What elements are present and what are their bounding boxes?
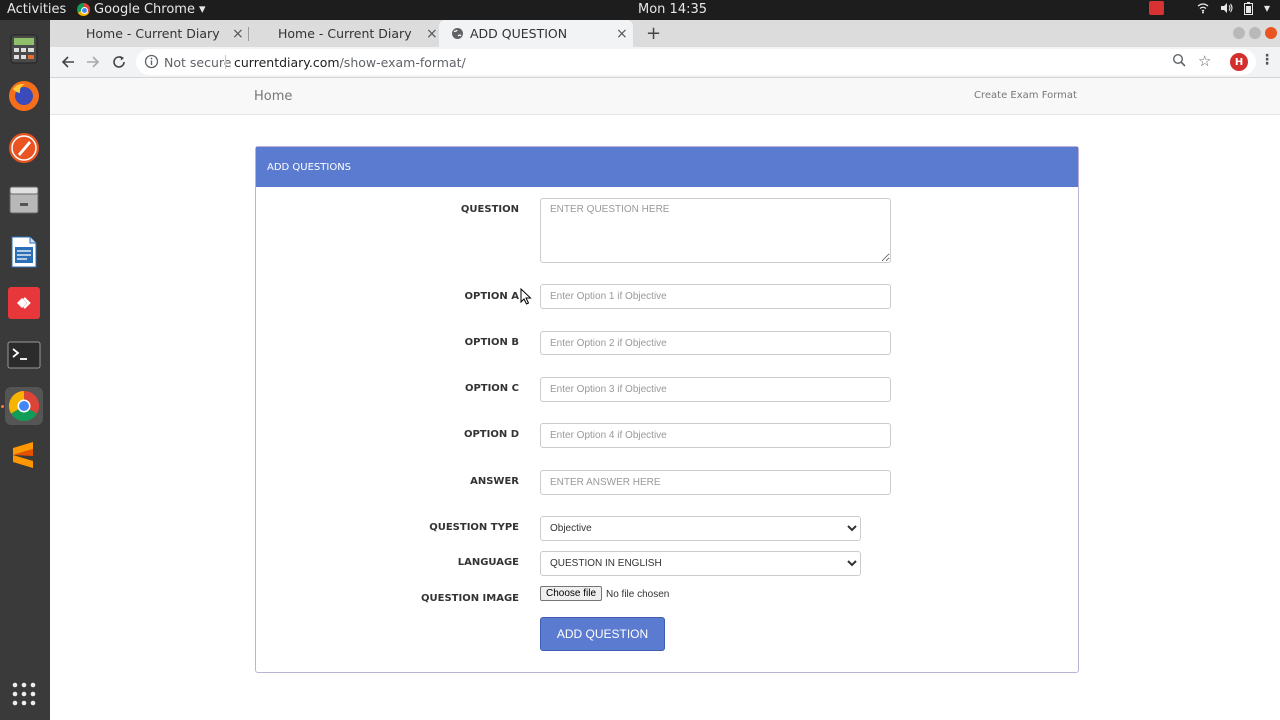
add-questions-panel: ADD QUESTIONS QUESTION OPTION A OPTION B… [255,146,1079,673]
tab-title: Home - Current Diary [86,26,220,41]
maximize-button[interactable] [1249,27,1261,39]
tab-title: ADD QUESTION [470,26,568,41]
divider [225,55,226,69]
panel-heading: ADD QUESTIONS [256,147,1078,187]
calculator-icon[interactable] [5,30,43,68]
nav-create-exam-format-link[interactable]: Create Exam Format [974,90,1077,101]
mouse-cursor-icon [520,288,532,305]
browser-toolbar: Not secure currentdiary.com/show-exam-fo… [50,47,1280,78]
option-a-input[interactable] [540,284,891,309]
anydesk-icon[interactable] [5,284,43,322]
close-icon[interactable]: × [232,26,244,42]
power-menu-chevron-icon: ▾ [1263,1,1270,15]
tab-title: Home - Current Diary [278,26,412,41]
option-c-label: OPTION C [464,383,519,394]
option-b-label: OPTION B [464,337,519,348]
language-label: LANGUAGE [457,557,519,568]
activities-button[interactable]: Activities [7,2,66,17]
files-icon[interactable] [5,181,43,219]
volume-icon [1220,3,1233,13]
new-tab-button[interactable]: + [646,23,661,44]
question-type-select[interactable]: Objective [540,516,861,541]
answer-label: ANSWER [470,476,519,487]
file-status: No file chosen [606,589,670,600]
app-indicator-icon[interactable] [1148,1,1164,15]
back-button[interactable] [58,52,78,72]
security-status[interactable]: Not secure [164,55,231,70]
address-bar[interactable]: Not secure currentdiary.com/show-exam-fo… [136,49,1256,75]
wifi-icon [1197,3,1209,14]
option-d-input[interactable] [540,423,891,448]
writer-icon[interactable] [5,233,43,271]
chevron-down-icon: ▾ [198,2,206,17]
app-menu-label: Google Chrome [94,2,195,17]
option-b-input[interactable] [540,331,891,355]
running-indicator [1,405,4,408]
answer-input[interactable] [540,470,891,495]
rhythmbox-icon[interactable] [5,129,43,167]
url-text[interactable]: currentdiary.com/show-exam-format/ [234,55,466,70]
option-d-label: OPTION D [463,429,519,440]
choose-file-button[interactable]: Choose file [540,586,603,601]
question-type-label: QUESTION TYPE [429,522,519,533]
dock [0,20,50,720]
globe-icon [452,28,463,39]
site-navbar: Home Create Exam Format [50,78,1280,115]
system-tray[interactable]: ▾ [1148,1,1270,15]
nav-home-link[interactable]: Home [254,89,292,104]
bookmark-star-icon[interactable]: ☆ [1198,52,1211,70]
url-path: /show-exam-format/ [339,55,466,70]
arrow-right-icon [87,56,100,68]
more-menu-icon[interactable]: ⋮ [1260,52,1274,68]
question-image-label: QUESTION IMAGE [421,593,519,604]
window-close-button[interactable] [1265,27,1277,39]
web-page: Home Create Exam Format ADD QUESTIONS QU… [50,78,1280,720]
question-label: QUESTION [460,204,519,215]
profile-avatar[interactable]: H [1230,53,1248,71]
app-menu[interactable]: Google Chrome ▾ [77,2,206,17]
option-c-input[interactable] [540,377,891,402]
language-select[interactable]: QUESTION IN ENGLISH [540,551,861,576]
forward-button[interactable] [83,52,103,72]
close-icon[interactable]: × [616,26,628,42]
tab-home-2[interactable]: Home - Current Diary × [249,20,439,47]
sublime-icon[interactable] [5,437,43,475]
close-icon[interactable]: × [426,26,438,42]
reload-button[interactable] [109,52,129,72]
info-icon[interactable] [144,54,159,69]
minimize-button[interactable] [1233,27,1245,39]
reload-icon [113,56,125,68]
terminal-icon[interactable] [5,336,43,374]
firefox-icon[interactable] [5,77,43,115]
option-a-label: OPTION A [464,291,519,302]
add-question-button[interactable]: ADD QUESTION [540,617,665,651]
clock[interactable]: Mon 14:35 [638,2,707,17]
tab-strip: Home - Current Diary × Home - Current Di… [50,20,1280,47]
search-icon[interactable] [1172,53,1187,68]
tab-home-1[interactable]: Home - Current Diary × [50,20,247,47]
arrow-left-icon [61,56,74,68]
question-textarea[interactable] [540,198,891,263]
battery-icon [1243,1,1253,15]
app-grid-icon[interactable] [5,675,43,713]
url-host: currentdiary.com [234,55,340,70]
tab-add-question[interactable]: ADD QUESTION × [439,20,633,47]
chrome-icon [77,3,90,16]
gnome-top-bar: Activities Google Chrome ▾ Mon 14:35 ▾ [0,0,1280,20]
chrome-icon[interactable] [5,387,43,425]
